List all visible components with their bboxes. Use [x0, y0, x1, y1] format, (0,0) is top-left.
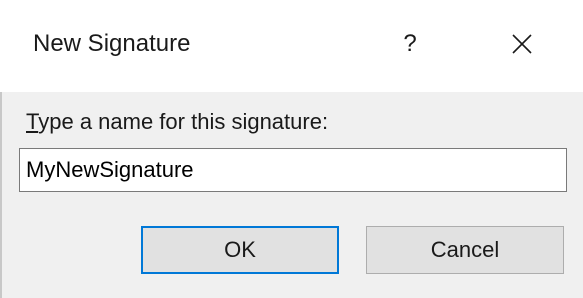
prompt-accelerator-key: T	[26, 109, 39, 134]
signature-name-input[interactable]	[19, 148, 567, 192]
cancel-button[interactable]: Cancel	[366, 226, 564, 274]
new-signature-dialog: New Signature ? Type a name for this sig…	[0, 0, 583, 298]
help-icon: ?	[403, 30, 417, 57]
close-button[interactable]	[496, 18, 548, 70]
help-button[interactable]: ?	[384, 18, 436, 70]
window-edge	[0, 92, 2, 298]
dialog-title: New Signature	[33, 30, 191, 57]
ok-button[interactable]: OK	[141, 226, 339, 274]
dialog-titlebar: New Signature ?	[0, 0, 583, 92]
signature-name-label: Type a name for this signature:	[26, 108, 328, 136]
close-icon	[512, 34, 532, 54]
prompt-text: ype a name for this signature:	[38, 109, 329, 134]
